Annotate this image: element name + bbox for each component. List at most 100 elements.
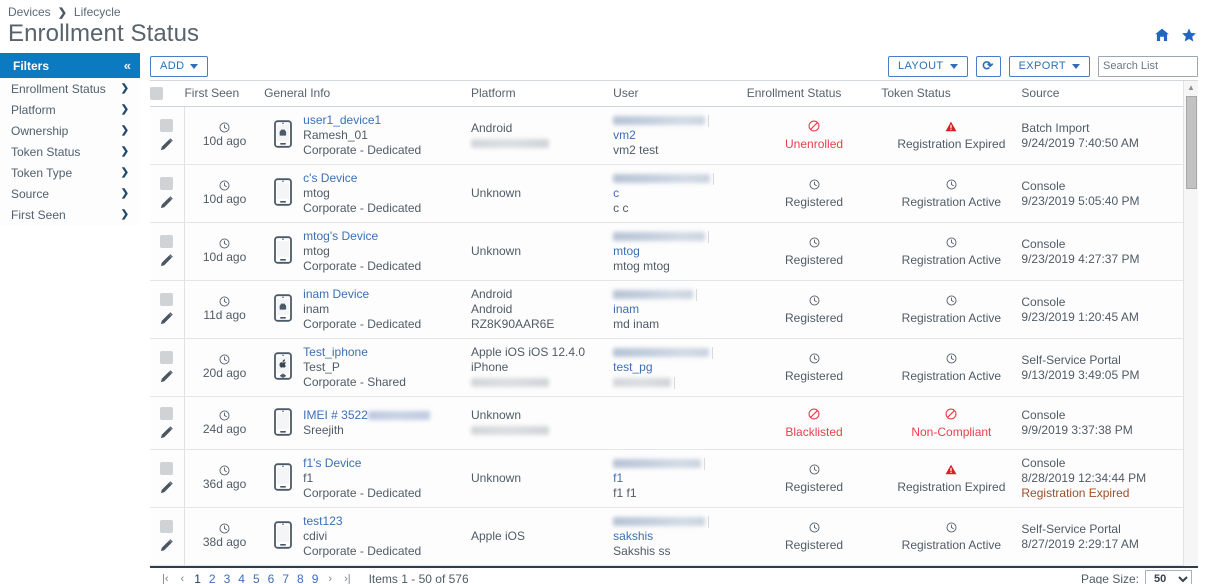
clock-icon bbox=[219, 122, 230, 133]
edit-pencil-icon[interactable] bbox=[159, 425, 174, 440]
filter-item-ownership[interactable]: Ownership ❯ bbox=[0, 120, 140, 141]
star-icon[interactable] bbox=[1181, 27, 1197, 43]
edit-pencil-icon[interactable] bbox=[159, 137, 174, 152]
next-page-button[interactable]: › bbox=[322, 573, 338, 584]
filter-item-source[interactable]: Source ❯ bbox=[0, 183, 140, 204]
edit-pencil-icon[interactable] bbox=[159, 369, 174, 384]
home-icon[interactable] bbox=[1154, 27, 1170, 43]
device-name-link[interactable]: f1's Device bbox=[303, 456, 361, 470]
column-header-general-info[interactable]: General Info bbox=[264, 80, 471, 108]
previous-page-button[interactable]: ‹ bbox=[175, 573, 191, 584]
table-row[interactable]: 10d ago c's Device mtog Corporate - Dedicat… bbox=[150, 164, 1183, 224]
scrollbar-thumb[interactable] bbox=[1186, 95, 1197, 189]
filter-item-token-type[interactable]: Token Type ❯ bbox=[0, 162, 140, 183]
row-checkbox[interactable] bbox=[160, 462, 174, 476]
page-number-5[interactable]: 5 bbox=[249, 572, 264, 584]
search-input[interactable] bbox=[1098, 55, 1198, 77]
page-number-4[interactable]: 4 bbox=[234, 572, 249, 584]
row-checkbox[interactable] bbox=[160, 351, 174, 365]
row-select-cell[interactable] bbox=[150, 280, 185, 340]
table-row[interactable]: 10d ago user1_device1 Ramesh_01 Corporate -… bbox=[150, 106, 1183, 166]
page-number-6[interactable]: 6 bbox=[264, 572, 279, 584]
table-row[interactable]: 24d ago IMEI # 3522 Sreejith Unknown Blackli… bbox=[150, 396, 1183, 451]
column-header-user[interactable]: User bbox=[613, 80, 747, 108]
user-name-link[interactable]: mtog bbox=[613, 244, 747, 259]
row-edit-button[interactable] bbox=[159, 311, 174, 326]
column-header-platform[interactable]: Platform bbox=[470, 80, 614, 108]
table-row[interactable]: 20d ago Test_iphone Test_P Corporate - Shar… bbox=[150, 338, 1183, 398]
row-select-cell[interactable] bbox=[150, 338, 185, 398]
filter-item-token-status[interactable]: Token Status ❯ bbox=[0, 141, 140, 162]
edit-pencil-icon[interactable] bbox=[159, 195, 174, 210]
user-name-link[interactable]: f1 bbox=[613, 471, 747, 486]
device-name-link[interactable]: user1_device1 bbox=[303, 113, 381, 127]
row-select-cell[interactable] bbox=[150, 106, 185, 166]
column-header-token-status[interactable]: Token Status bbox=[881, 80, 1022, 108]
last-page-button[interactable]: ›| bbox=[338, 573, 357, 584]
user-name-link[interactable]: c bbox=[613, 186, 747, 201]
user-name-link[interactable]: sakshis bbox=[613, 529, 747, 544]
table-row[interactable]: 11d ago inam Device inam Corporate - Dedica… bbox=[150, 280, 1183, 340]
filter-item-platform[interactable]: Platform ❯ bbox=[0, 99, 140, 120]
edit-pencil-icon[interactable] bbox=[159, 253, 174, 268]
filter-item-first-seen[interactable]: First Seen ❯ bbox=[0, 204, 140, 225]
table-row[interactable]: 38d ago test123 cdivi Corporate - Dedicated… bbox=[150, 507, 1183, 566]
page-number-8[interactable]: 8 bbox=[293, 572, 308, 584]
column-header-first-seen[interactable]: First Seen bbox=[184, 80, 265, 108]
device-name-link[interactable]: c's Device bbox=[303, 171, 357, 185]
add-button[interactable]: ADD bbox=[150, 55, 209, 77]
row-select-cell[interactable] bbox=[150, 507, 185, 566]
row-edit-button[interactable] bbox=[159, 425, 174, 440]
page-number-2[interactable]: 2 bbox=[205, 572, 220, 584]
vertical-scrollbar[interactable]: ▲ bbox=[1183, 80, 1198, 566]
row-checkbox[interactable] bbox=[160, 406, 174, 420]
device-name-link[interactable]: IMEI # 3522 bbox=[303, 408, 368, 422]
device-name-link[interactable]: test123 bbox=[303, 514, 342, 528]
row-checkbox[interactable] bbox=[160, 520, 174, 534]
select-all-checkbox[interactable] bbox=[150, 87, 163, 101]
page-number-9[interactable]: 9 bbox=[308, 572, 323, 584]
layout-button[interactable]: LAYOUT bbox=[887, 55, 968, 77]
device-name-link[interactable]: mtog's Device bbox=[303, 229, 378, 243]
edit-pencil-icon[interactable] bbox=[159, 311, 174, 326]
row-edit-button[interactable] bbox=[159, 369, 174, 384]
page-number-1[interactable]: 1 bbox=[190, 572, 205, 584]
row-edit-button[interactable] bbox=[159, 480, 174, 495]
first-page-button[interactable]: |‹ bbox=[156, 573, 175, 584]
device-name-link[interactable]: inam Device bbox=[303, 287, 369, 301]
row-select-cell[interactable] bbox=[150, 449, 185, 509]
table-row[interactable]: 36d ago f1's Device f1 Corporate - Dedicate… bbox=[150, 449, 1183, 509]
page-size-select[interactable]: 102050100 bbox=[1145, 569, 1192, 584]
refresh-button[interactable]: ⟳ bbox=[975, 55, 1001, 77]
row-edit-button[interactable] bbox=[159, 538, 174, 553]
row-checkbox[interactable] bbox=[160, 293, 174, 307]
row-checkbox[interactable] bbox=[160, 119, 174, 133]
table-row[interactable]: 10d ago mtog's Device mtog Corporate - Dedi… bbox=[150, 222, 1183, 282]
row-select-cell[interactable] bbox=[150, 222, 185, 282]
edit-pencil-icon[interactable] bbox=[159, 480, 174, 495]
row-edit-button[interactable] bbox=[159, 195, 174, 210]
edit-pencil-icon[interactable] bbox=[159, 538, 174, 553]
breadcrumb-item-devices[interactable]: Devices bbox=[8, 5, 51, 19]
row-select-cell[interactable] bbox=[150, 164, 185, 224]
breadcrumb-item-lifecycle[interactable]: Lifecycle bbox=[74, 5, 121, 19]
column-header-enrollment-status[interactable]: Enrollment Status bbox=[746, 80, 882, 108]
filter-item-enrollment-status[interactable]: Enrollment Status ❯ bbox=[0, 78, 140, 99]
page-number-7[interactable]: 7 bbox=[278, 572, 293, 584]
row-checkbox[interactable] bbox=[160, 235, 174, 249]
row-checkbox[interactable] bbox=[160, 177, 174, 191]
select-all-header[interactable] bbox=[150, 80, 185, 108]
page-number-3[interactable]: 3 bbox=[220, 572, 235, 584]
row-edit-button[interactable] bbox=[159, 137, 174, 152]
scroll-up-icon[interactable]: ▲ bbox=[1187, 81, 1195, 95]
device-name-link[interactable]: Test_iphone bbox=[303, 345, 368, 359]
row-edit-button[interactable] bbox=[159, 253, 174, 268]
collapse-left-icon[interactable]: « bbox=[124, 58, 131, 73]
column-header-source[interactable]: Source bbox=[1021, 80, 1183, 108]
user-name-link[interactable]: vm2 bbox=[613, 128, 747, 143]
user-name-link[interactable]: test_pg bbox=[613, 360, 747, 375]
filters-header[interactable]: Filters « bbox=[0, 53, 140, 78]
export-button[interactable]: EXPORT bbox=[1008, 55, 1090, 77]
row-select-cell[interactable] bbox=[150, 396, 185, 451]
user-name-link[interactable]: inam bbox=[613, 302, 747, 317]
